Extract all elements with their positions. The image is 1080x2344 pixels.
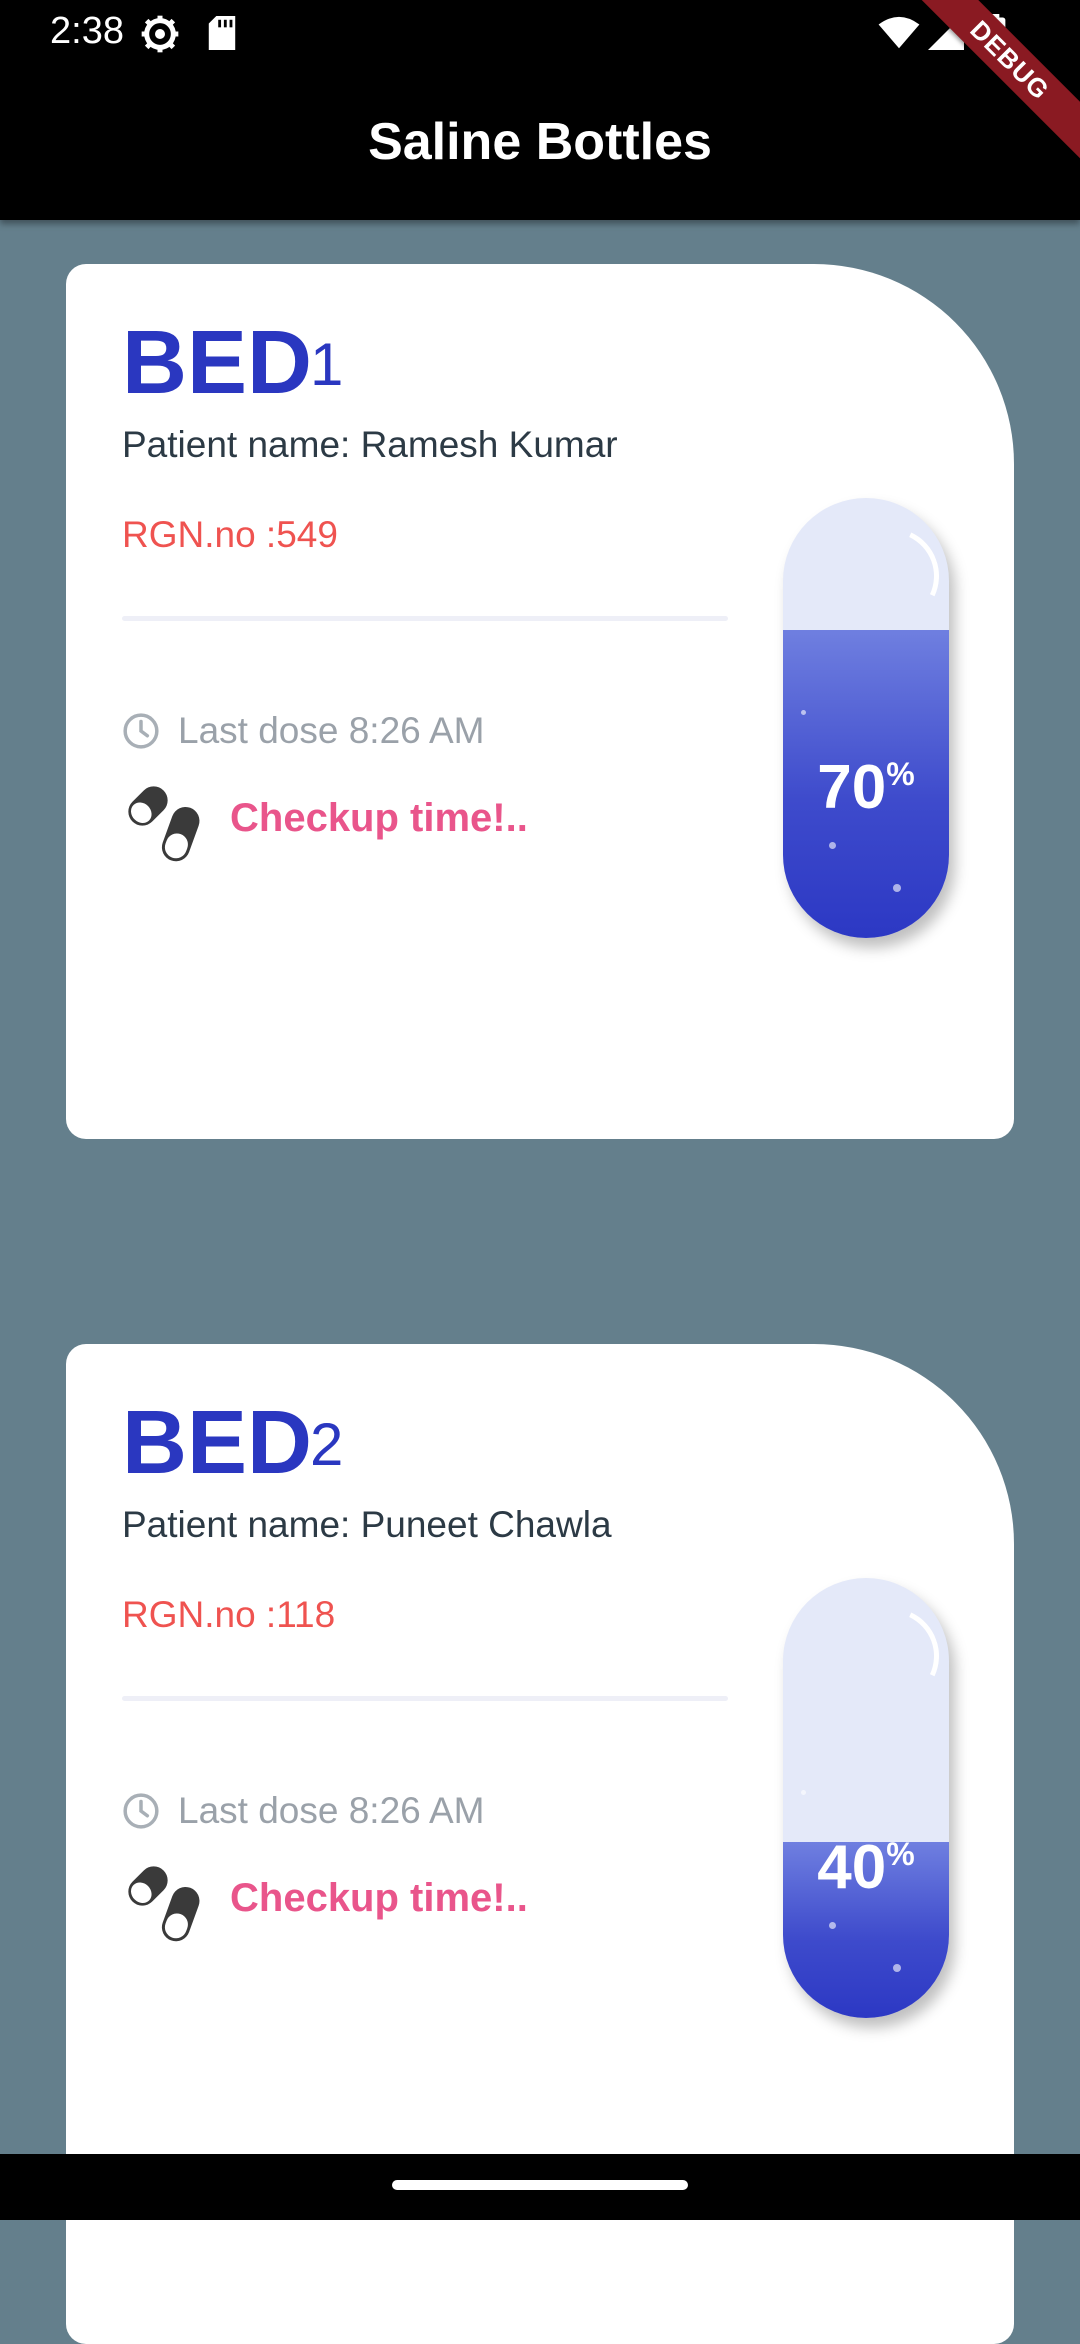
saline-percent: 40% [783,1832,949,1903]
sd-card-icon [208,16,236,50]
bubble [829,842,836,849]
patient-name: Patient name: Ramesh Kumar [122,424,618,465]
debug-banner: DEBUG [900,0,1080,180]
bottle-shine [829,514,949,638]
bubble [893,884,901,892]
bed-label: BED [122,313,313,413]
last-dose-time: Last dose 8:26 AM [178,1790,485,1831]
bed-card[interactable]: BED 1 Patient name: Ramesh Kumar RGN.no … [66,264,1014,1139]
saline-level-gauge: 70% [783,498,949,938]
registration-number: RGN.no :118 [122,1594,336,1635]
bubble [829,1922,836,1929]
bed-number: 1 [310,331,344,398]
pills-icon [128,1866,200,1942]
checkup-alert: Checkup time!.. [230,796,528,840]
bed-number: 2 [310,1411,344,1478]
clock-icon [123,1793,159,1829]
saline-percent-value: 70 [817,753,887,822]
last-dose-time: Last dose 8:26 AM [178,710,485,751]
settings-gear-icon [141,15,179,53]
bed-label: BED [122,1393,313,1493]
status-time: 2:38 [50,10,124,52]
debug-banner-label: DEBUG [903,0,1080,167]
clock-icon [123,713,159,749]
registration-number: RGN.no :549 [122,514,338,555]
percent-symbol: % [886,1836,915,1872]
saline-level-gauge: 40% [783,1578,949,2018]
pills-icon [128,786,200,862]
saline-percent: 70% [783,752,949,823]
divider [122,1696,728,1701]
bottle-shine [829,1594,949,1718]
percent-symbol: % [886,756,915,792]
bubble [801,1790,806,1795]
divider [122,616,728,621]
checkup-alert: Checkup time!.. [230,1876,528,1920]
patient-name: Patient name: Puneet Chawla [122,1504,612,1545]
bubble [893,1964,901,1972]
saline-percent-value: 40 [817,1833,887,1902]
home-gesture-handle[interactable] [392,2180,688,2190]
bubble [801,710,806,715]
navigation-bar [0,2154,1080,2220]
